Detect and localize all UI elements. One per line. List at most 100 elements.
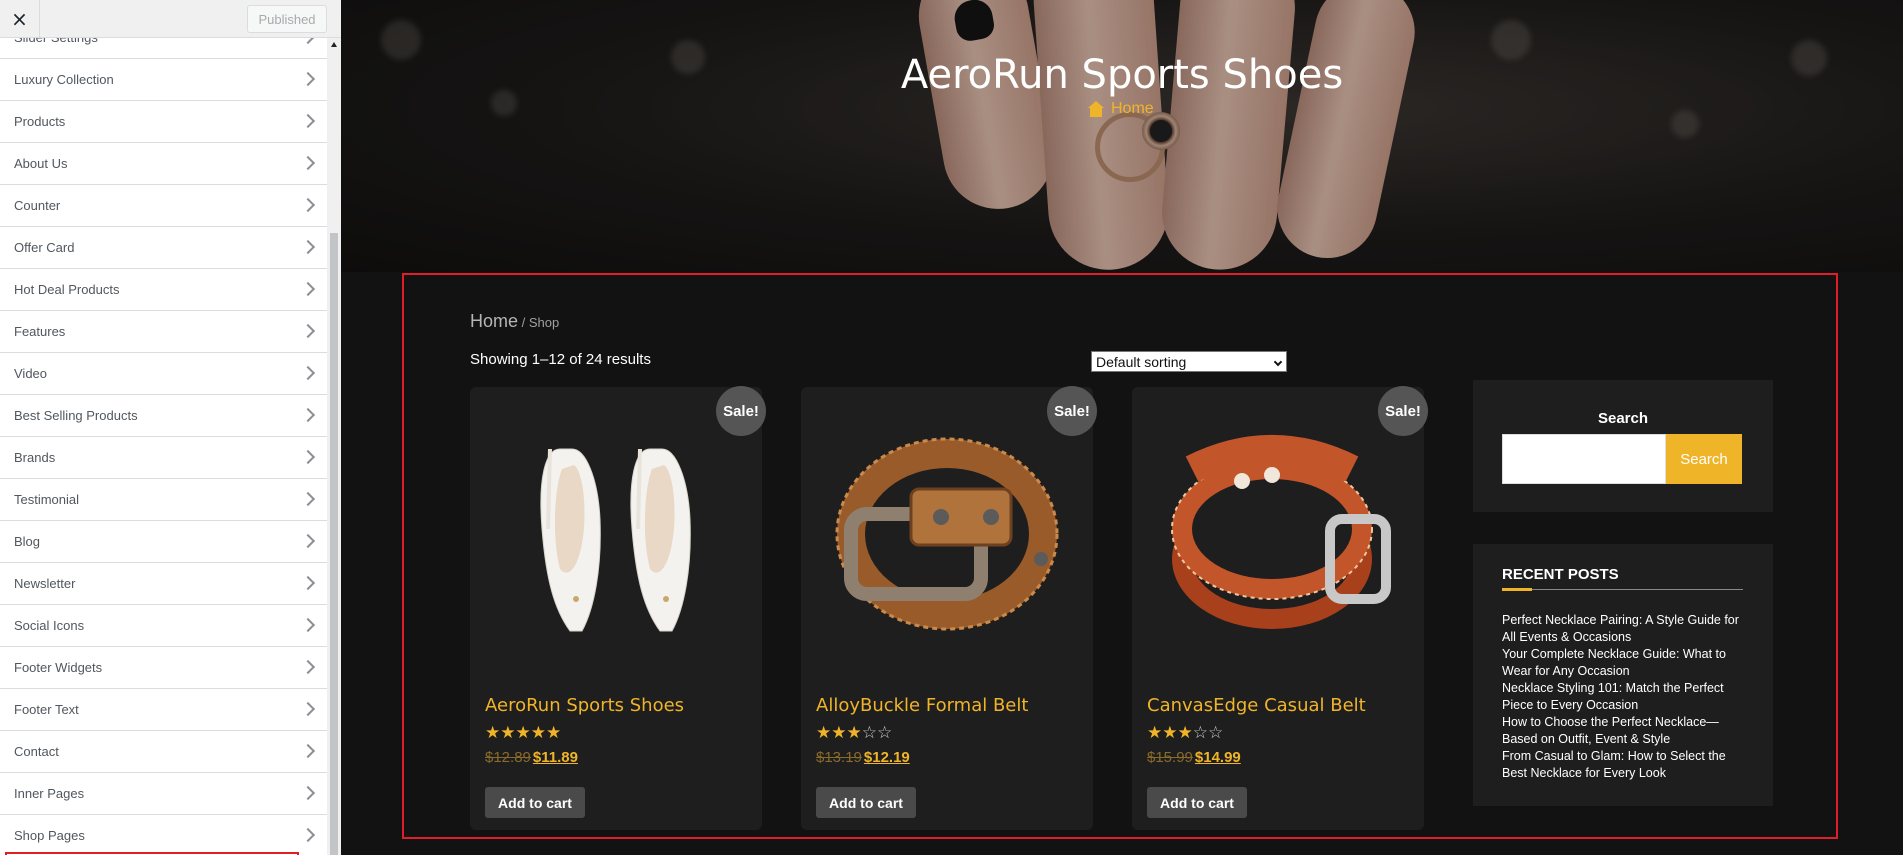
product-image[interactable] bbox=[821, 409, 1073, 661]
sale-badge: Sale! bbox=[1047, 386, 1097, 436]
star-icon: ☆ bbox=[861, 723, 877, 743]
scrollbar-thumb[interactable] bbox=[330, 233, 338, 855]
chevron-down-icon bbox=[1273, 357, 1283, 367]
product-name-link[interactable]: CanvasEdge Casual Belt bbox=[1147, 695, 1366, 716]
section-item-social-icons[interactable]: Social Icons bbox=[0, 605, 327, 647]
section-label: Features bbox=[14, 324, 66, 339]
sidebar-scrollbar[interactable] bbox=[328, 38, 341, 855]
section-item-hot-deal-products[interactable]: Hot Deal Products bbox=[0, 269, 327, 311]
section-item-best-selling-products[interactable]: Best Selling Products bbox=[0, 395, 327, 437]
product-image[interactable] bbox=[1152, 409, 1404, 661]
sale-price: $14.99 bbox=[1194, 749, 1241, 766]
section-item-footer-widgets[interactable]: Footer Widgets bbox=[0, 647, 327, 689]
section-label: Products bbox=[14, 114, 66, 129]
recent-post-link[interactable]: Perfect Necklace Pairing: A Style Guide … bbox=[1502, 612, 1747, 646]
star-icon: ★ bbox=[500, 723, 516, 743]
section-item-brands[interactable]: Brands bbox=[0, 437, 327, 479]
sorting-selected-label: Default sorting bbox=[1096, 353, 1187, 370]
sorting-select[interactable]: Default sorting bbox=[1091, 351, 1287, 372]
section-label: Blog bbox=[14, 534, 41, 549]
section-label: Testimonial bbox=[14, 492, 80, 507]
chevron-right-icon bbox=[300, 659, 316, 675]
section-label: Brands bbox=[14, 450, 56, 465]
recent-post-link[interactable]: How to Choose the Perfect Necklace—Based… bbox=[1502, 714, 1747, 748]
section-item-video[interactable]: Video bbox=[0, 353, 327, 395]
chevron-right-icon bbox=[300, 827, 316, 843]
product-name-link[interactable]: AlloyBuckle Formal Belt bbox=[816, 695, 1028, 716]
section-item-offer-card[interactable]: Offer Card bbox=[0, 227, 327, 269]
star-rating: ★★★☆☆ bbox=[1147, 723, 1223, 743]
chevron-right-icon bbox=[300, 71, 316, 87]
search-input[interactable] bbox=[1502, 434, 1666, 484]
product-card[interactable]: Sale! AeroRun Sports Shoes ★★★★★ $12.89 $11.… bbox=[470, 386, 766, 830]
section-item-blog[interactable]: Blog bbox=[0, 521, 327, 563]
section-item-about-us[interactable]: About Us bbox=[0, 143, 327, 185]
section-item-testimonial[interactable]: Testimonial bbox=[0, 479, 327, 521]
section-label: Shop Pages bbox=[14, 828, 85, 843]
sale-price: $12.19 bbox=[863, 749, 910, 766]
section-label: Footer Widgets bbox=[14, 660, 103, 675]
section-item-luxury-collection[interactable]: Luxury Collection bbox=[0, 59, 327, 101]
section-list: Slider Settings Luxury Collection Products… bbox=[0, 38, 327, 855]
recent-post-link[interactable]: Necklace Styling 101: Match the Perfect … bbox=[1502, 680, 1747, 714]
section-label: Video bbox=[14, 366, 48, 381]
search-widget-title: Search bbox=[1597, 410, 1649, 427]
star-icon: ★ bbox=[846, 723, 862, 743]
breadcrumb: Home / Shop bbox=[470, 311, 559, 332]
section-label: Luxury Collection bbox=[14, 72, 114, 87]
add-to-cart-button[interactable]: Add to cart bbox=[816, 787, 916, 818]
publish-button[interactable]: Published bbox=[247, 5, 327, 33]
section-item-inner-pages[interactable]: Inner Pages bbox=[0, 773, 327, 815]
chevron-right-icon bbox=[300, 533, 316, 549]
section-item-shop-pages[interactable]: Shop Pages bbox=[0, 815, 327, 855]
recent-posts-list: Perfect Necklace Pairing: A Style Guide … bbox=[1502, 612, 1747, 782]
result-count: Showing 1–12 of 24 results bbox=[470, 351, 651, 368]
recent-post-link[interactable]: Your Complete Necklace Guide: What to We… bbox=[1502, 646, 1747, 680]
star-icon: ★ bbox=[831, 723, 847, 743]
recent-posts-title: RECENT POSTS bbox=[1502, 566, 1619, 583]
product-name-link[interactable]: AeroRun Sports Shoes bbox=[485, 695, 684, 716]
breadcrumb-home-link[interactable]: Home bbox=[470, 311, 518, 331]
site-preview: AeroRun Sports Shoes Home Home / Shop Sh… bbox=[341, 0, 1903, 855]
section-item-features[interactable]: Features bbox=[0, 311, 327, 353]
sale-price: $11.89 bbox=[532, 749, 578, 766]
section-label: Best Selling Products bbox=[14, 408, 138, 423]
section-label: Contact bbox=[14, 744, 59, 759]
close-icon[interactable]: × bbox=[0, 0, 40, 38]
hero-breadcrumb[interactable]: Home bbox=[1087, 100, 1154, 118]
product-image[interactable] bbox=[490, 409, 742, 661]
product-card[interactable]: Sale! AlloyBuckle Formal Belt ★★★☆☆ $13.19 $… bbox=[801, 386, 1097, 830]
add-to-cart-button[interactable]: Add to cart bbox=[485, 787, 585, 818]
search-button[interactable]: Search bbox=[1666, 434, 1742, 484]
section-item-contact[interactable]: Contact bbox=[0, 731, 327, 773]
chevron-right-icon bbox=[300, 701, 316, 717]
chevron-right-icon bbox=[300, 155, 316, 171]
section-item-footer-text[interactable]: Footer Text bbox=[0, 689, 327, 731]
chevron-right-icon bbox=[300, 617, 316, 633]
product-price: $15.99 $14.99 bbox=[1147, 749, 1241, 766]
star-icon: ★ bbox=[515, 723, 531, 743]
old-price: $15.99 bbox=[1147, 749, 1193, 766]
section-item-counter[interactable]: Counter bbox=[0, 185, 327, 227]
star-icon: ★ bbox=[546, 723, 562, 743]
add-to-cart-button[interactable]: Add to cart bbox=[1147, 787, 1247, 818]
search-widget: Search Search bbox=[1473, 380, 1773, 512]
customizer-header: × Published bbox=[0, 0, 341, 38]
shop-section: Home / Shop Showing 1–12 of 24 results D… bbox=[402, 273, 1838, 839]
chevron-right-icon bbox=[300, 281, 316, 297]
star-icon: ★ bbox=[816, 723, 832, 743]
star-rating: ★★★☆☆ bbox=[816, 723, 892, 743]
star-icon: ★ bbox=[1162, 723, 1178, 743]
chevron-right-icon bbox=[300, 407, 316, 423]
scroll-up-icon[interactable] bbox=[331, 42, 337, 47]
star-icon: ★ bbox=[1147, 723, 1163, 743]
section-item-newsletter[interactable]: Newsletter bbox=[0, 563, 327, 605]
section-item-slider-settings[interactable]: Slider Settings bbox=[0, 38, 327, 59]
hero-breadcrumb-label[interactable]: Home bbox=[1111, 100, 1154, 118]
chevron-right-icon bbox=[300, 239, 316, 255]
recent-post-link[interactable]: From Casual to Glam: How to Select the B… bbox=[1502, 748, 1747, 782]
star-icon: ☆ bbox=[1208, 723, 1224, 743]
product-card[interactable]: Sale! CanvasEdge Casual Belt ★★★☆☆ $15.99 $1… bbox=[1132, 386, 1428, 830]
section-item-products[interactable]: Products bbox=[0, 101, 327, 143]
chevron-right-icon bbox=[300, 113, 316, 129]
